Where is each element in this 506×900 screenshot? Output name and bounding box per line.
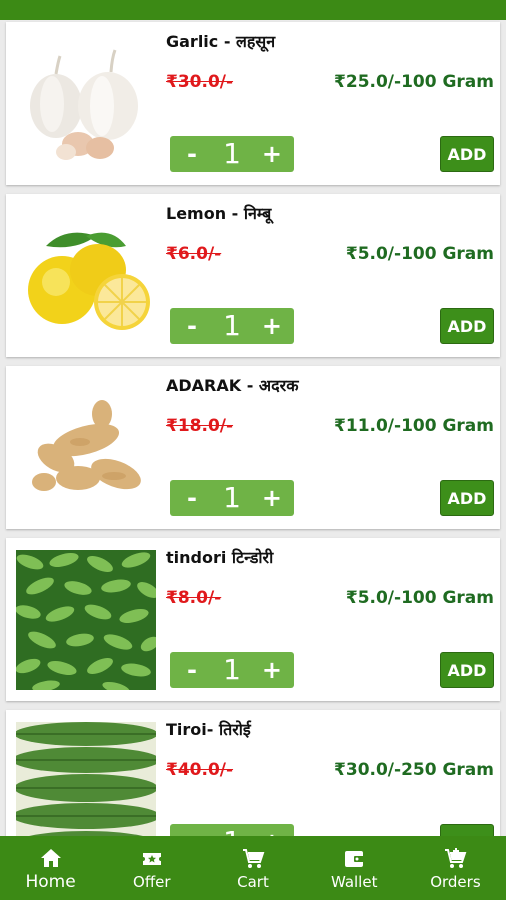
original-price: ₹18.0/-	[166, 416, 234, 436]
nav-label: Orders	[430, 873, 481, 891]
original-price: ₹30.0/-	[166, 72, 234, 92]
status-bar	[0, 0, 506, 20]
tiroi-image	[16, 722, 156, 838]
nav-item-home[interactable]: Home	[0, 836, 101, 900]
increase-button[interactable]: +	[260, 136, 284, 172]
product-card[interactable]: Lemon - निम्बू ₹6.0/- ₹5.0/-100 Gram - 1…	[6, 194, 500, 357]
quantity-stepper: - 1 +	[170, 308, 294, 344]
discounted-price: ₹5.0/-100 Gram	[345, 588, 494, 608]
discounted-price: ₹11.0/-100 Gram	[334, 416, 494, 436]
add-to-cart-button[interactable]: ADD	[440, 136, 494, 172]
nav-label: Cart	[237, 873, 269, 891]
quantity-stepper: - 1 +	[170, 136, 294, 172]
wallet-icon	[342, 845, 366, 873]
product-name: Tiroi- तिरोई	[166, 720, 251, 739]
decrease-button[interactable]: -	[180, 652, 204, 688]
quantity-value: 1	[223, 481, 241, 514]
offer-icon	[140, 845, 164, 873]
nav-item-wallet[interactable]: Wallet	[304, 836, 405, 900]
quantity-stepper: - 1 +	[170, 480, 294, 516]
ginger-image	[16, 378, 156, 518]
decrease-button[interactable]: -	[180, 136, 204, 172]
add-to-cart-button[interactable]: ADD	[440, 652, 494, 688]
discounted-price: ₹5.0/-100 Gram	[345, 244, 494, 264]
product-card[interactable]: Tiroi- तिरोई ₹40.0/- ₹30.0/-250 Gram - 1…	[6, 710, 500, 838]
quantity-value: 1	[223, 309, 241, 342]
original-price: ₹6.0/-	[166, 244, 222, 264]
product-list[interactable]: Garlic - लहसून ₹30.0/- ₹25.0/-100 Gram -…	[0, 20, 506, 838]
nav-label: Offer	[133, 873, 171, 891]
add-to-cart-button[interactable]: ADD	[440, 480, 494, 516]
discounted-price: ₹25.0/-100 Gram	[334, 72, 494, 92]
decrease-button[interactable]: -	[180, 308, 204, 344]
nav-item-offer[interactable]: Offer	[101, 836, 202, 900]
product-name: Lemon - निम्बू	[166, 204, 272, 223]
decrease-button[interactable]: -	[180, 480, 204, 516]
increase-button[interactable]: +	[260, 652, 284, 688]
original-price: ₹8.0/-	[166, 588, 222, 608]
increase-button[interactable]: +	[260, 308, 284, 344]
orders-icon	[443, 845, 467, 873]
original-price: ₹40.0/-	[166, 760, 234, 780]
nav-item-cart[interactable]: Cart	[202, 836, 303, 900]
product-name: tindori टिन्डोरी	[166, 548, 274, 567]
discounted-price: ₹30.0/-250 Gram	[334, 760, 494, 780]
increase-button[interactable]: +	[260, 480, 284, 516]
nav-label: Wallet	[330, 873, 378, 891]
quantity-value: 1	[223, 137, 241, 170]
nav-label: Home	[25, 872, 76, 892]
nav-item-orders[interactable]: Orders	[405, 836, 506, 900]
product-name: ADARAK - अदरक	[166, 376, 299, 395]
product-name: Garlic - लहसून	[166, 32, 276, 51]
home-icon	[39, 844, 63, 872]
product-card[interactable]: Garlic - लहसून ₹30.0/- ₹25.0/-100 Gram -…	[6, 22, 500, 185]
tindori-image	[16, 550, 156, 690]
bottom-navigation: Home Offer Cart Wallet Orders	[0, 836, 506, 900]
garlic-image	[16, 34, 156, 174]
add-to-cart-button[interactable]: ADD	[440, 308, 494, 344]
product-card[interactable]: ADARAK - अदरक ₹18.0/- ₹11.0/-100 Gram - …	[6, 366, 500, 529]
lemon-image	[16, 206, 156, 346]
quantity-stepper: - 1 +	[170, 652, 294, 688]
product-card[interactable]: tindori टिन्डोरी ₹8.0/- ₹5.0/-100 Gram -…	[6, 538, 500, 701]
cart-icon	[241, 845, 265, 873]
quantity-value: 1	[223, 653, 241, 686]
